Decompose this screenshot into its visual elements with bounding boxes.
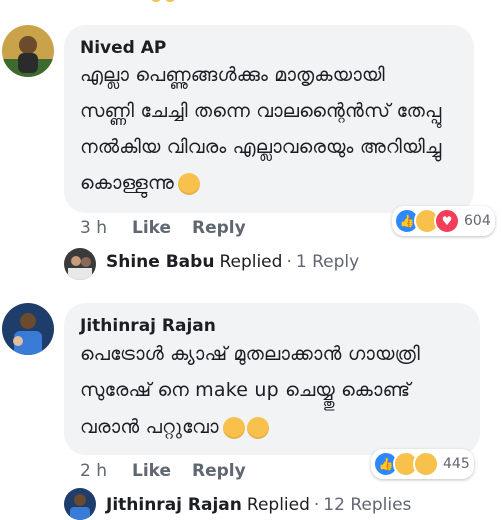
- comment-meta: 3 h: [80, 218, 107, 238]
- previous-reactions-peek: [150, 0, 178, 4]
- like-button[interactable]: Like: [132, 461, 171, 481]
- like-button[interactable]: Like: [132, 218, 171, 238]
- replied-label: Replied: [246, 495, 310, 515]
- avatar[interactable]: [64, 488, 96, 520]
- rofl-emoji-icon: [246, 416, 269, 439]
- wow-reaction-icon: [413, 451, 439, 477]
- comment-text-line: കൊള്ളുന്നു: [80, 172, 200, 195]
- reaction-summary[interactable]: 👍 445: [371, 449, 474, 479]
- love-reaction-icon: ♥: [434, 208, 460, 234]
- comment-text-fragment: വരാൻ പറ്റുവോ: [80, 416, 219, 438]
- comment-text-line: സുരേഷ് നെ make up ചെയ്യ്തു കൊണ്ട്: [80, 379, 411, 401]
- comment-text-fragment: കൊള്ളുന്നു: [80, 172, 174, 194]
- avatar[interactable]: [2, 25, 54, 77]
- comment-text-line: വരാൻ പറ്റുവോ: [80, 416, 269, 439]
- comment-text-line: എല്ലാ പെണ്ണുങ്ങൾക്കും മാതൃകയായി: [80, 64, 385, 86]
- haha-reaction-icon: [150, 0, 162, 2]
- grinning-emoji-icon: [178, 172, 200, 195]
- separator-dot: ·: [313, 495, 320, 515]
- view-replies-link[interactable]: Shine Babu Replied · 1 Reply: [106, 252, 359, 272]
- comment-text-line: നൽകിയ വിവരം എല്ലാവരെയും അറിയിച്ചു: [80, 136, 442, 158]
- comment-author[interactable]: Nived AP: [80, 38, 166, 58]
- view-replies-link[interactable]: Jithinraj Rajan Replied · 12 Replies: [106, 495, 411, 515]
- avatar[interactable]: [2, 303, 54, 355]
- reply-count: 12 Replies: [323, 495, 412, 515]
- reply-author: Jithinraj Rajan: [106, 495, 242, 515]
- comment-meta: 2 h: [80, 461, 107, 481]
- comment-time[interactable]: 2 h: [80, 461, 107, 481]
- reply-author: Shine Babu: [106, 252, 215, 272]
- comment-text-line: സണ്ണി ചേച്ചി തന്നെ വാലന്റൈൻസ് തേപ്പു: [80, 100, 442, 122]
- comment-text-line: പെട്രോൾ ക്യാഷ് മുതലാക്കാൻ ഗായത്രി: [80, 343, 421, 365]
- comment-time[interactable]: 3 h: [80, 218, 107, 238]
- reaction-summary[interactable]: 👍 ♥ 604: [392, 206, 495, 236]
- haha-reaction-icon: [164, 0, 176, 2]
- reply-count: 1 Reply: [295, 252, 360, 272]
- replied-label: Replied: [219, 252, 283, 272]
- comment-author[interactable]: Jithinraj Rajan: [80, 316, 216, 336]
- rofl-emoji-icon: [222, 416, 245, 439]
- avatar[interactable]: [64, 248, 96, 280]
- separator-dot: ·: [286, 252, 292, 272]
- reply-button[interactable]: Reply: [192, 461, 246, 481]
- reply-button[interactable]: Reply: [192, 218, 246, 238]
- reaction-count: 445: [443, 456, 470, 472]
- reaction-count: 604: [464, 213, 491, 229]
